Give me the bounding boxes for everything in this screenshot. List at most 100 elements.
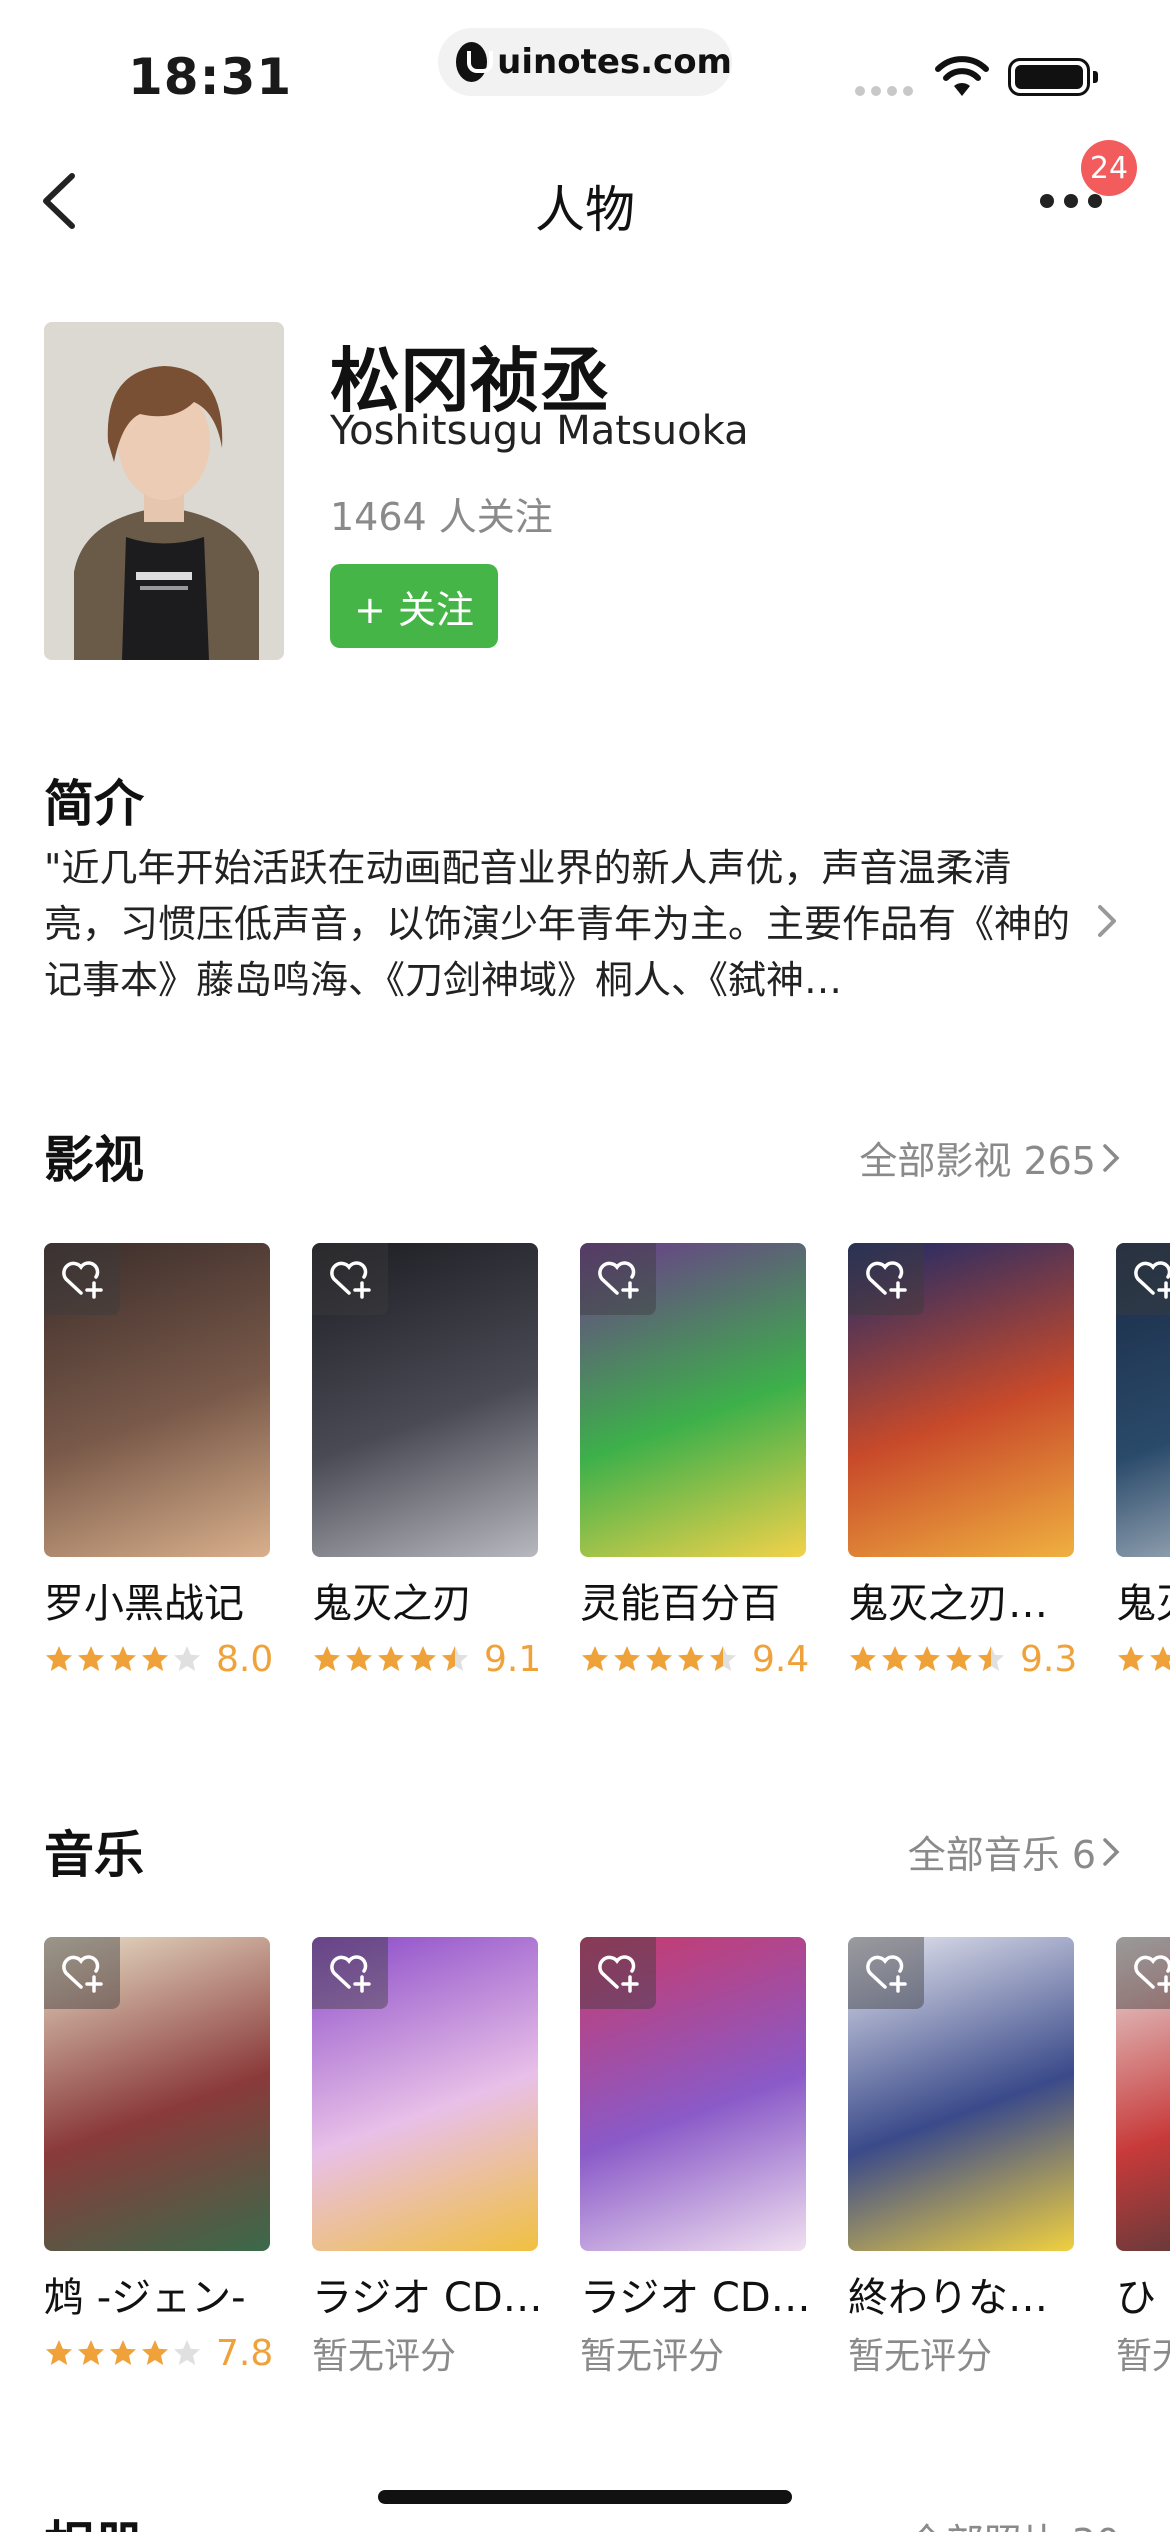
navigation-bar: 人物 <box>0 140 1170 260</box>
music-card[interactable]: ラジオ CD… 暂无评分 <box>312 1937 538 2377</box>
add-favorite-icon[interactable] <box>312 1243 388 1315</box>
person-name-english: Yoshitsugu Matsuoka <box>330 408 749 454</box>
rating: 暂无评分 <box>848 2331 1074 2377</box>
status-bar: 18:31 uinotes.com <box>0 0 1170 130</box>
star-filled-icon <box>110 2340 136 2365</box>
intro-text[interactable]: "近几年开始活跃在动画配音业界的新人声优，声音温柔清亮，习惯压低声音，以饰演少年… <box>44 840 1074 1008</box>
music-list: 鸩 -ジェン- 7.8 ラジオ CD… 暂无评分 ラジオ CD… 暂无评分 終わりな… 暂无评… <box>44 1937 1170 2377</box>
rating-score: 9.4 <box>752 1638 810 1680</box>
rating: 暂无评分 <box>580 2331 806 2377</box>
star-empty-icon <box>174 2340 200 2365</box>
music-title: 終わりな… <box>848 2275 1048 2321</box>
star-filled-icon <box>614 1646 640 1671</box>
films-section-title: 影视 <box>44 1131 144 1189</box>
star-filled-icon <box>1150 1646 1170 1671</box>
add-favorite-icon[interactable] <box>580 1243 656 1315</box>
no-rating-label: 暂无评分 <box>848 2336 993 2377</box>
no-rating-label: 暂无评分 <box>580 2336 725 2377</box>
star-half-icon <box>978 1646 1004 1671</box>
add-favorite-icon[interactable] <box>848 1937 924 2009</box>
url-pill[interactable]: uinotes.com <box>438 28 732 96</box>
rating-score: 7.8 <box>216 2332 274 2374</box>
album-cover[interactable] <box>848 1937 1074 2251</box>
add-favorite-icon[interactable] <box>1116 1243 1170 1315</box>
star-filled-icon <box>78 1646 104 1671</box>
album-cover[interactable] <box>312 1937 538 2251</box>
rating: 9.1 <box>312 1637 542 1681</box>
film-poster[interactable] <box>312 1243 538 1557</box>
star-rating <box>44 1644 202 1674</box>
all-films-link[interactable]: 全部影视 265 <box>859 1130 1120 1185</box>
music-card[interactable]: 終わりな… 暂无评分 <box>848 1937 1074 2377</box>
add-favorite-icon[interactable] <box>312 1937 388 2009</box>
music-title: 鸩 -ジェン- <box>44 2275 246 2321</box>
film-title: 鬼灭之刃… <box>848 1581 1048 1627</box>
album-cover[interactable] <box>44 1937 270 2251</box>
film-poster[interactable] <box>580 1243 806 1557</box>
music-title: ひ <box>1116 2275 1156 2321</box>
page-title: 人物 <box>535 181 635 239</box>
music-card[interactable]: 鸩 -ジェン- 7.8 <box>44 1937 274 2375</box>
star-filled-icon <box>678 1646 704 1671</box>
intro-expand-chevron-icon[interactable] <box>1096 903 1118 939</box>
all-photos-link[interactable]: 全部照片 30 <box>908 2512 1120 2532</box>
star-half-icon <box>442 1646 468 1671</box>
url-text: uinotes.com <box>497 42 732 82</box>
star-filled-icon <box>582 1646 608 1671</box>
star-filled-icon <box>142 2340 168 2365</box>
star-filled-icon <box>850 1646 876 1671</box>
person-photo[interactable] <box>44 322 284 660</box>
music-card[interactable]: ラジオ CD… 暂无评分 <box>580 1937 806 2377</box>
all-music-link-label: 全部音乐 6 <box>907 1833 1096 1877</box>
rating-score: 9.3 <box>1020 1638 1078 1680</box>
add-favorite-icon[interactable] <box>848 1243 924 1315</box>
album-cover[interactable] <box>580 1937 806 2251</box>
star-filled-icon <box>346 1646 372 1671</box>
star-filled-icon <box>882 1646 908 1671</box>
rating: 9.3 <box>848 1637 1078 1681</box>
chevron-right-icon <box>1103 1143 1120 1172</box>
film-card[interactable]: 灵能百分百 9.4 <box>580 1243 810 1681</box>
film-card[interactable]: 鬼灭 <box>1116 1243 1170 1681</box>
chevron-right-icon <box>1103 1837 1120 1866</box>
cellular-signal-icon <box>855 86 913 96</box>
music-title: ラジオ CD… <box>580 2275 806 2321</box>
film-poster[interactable] <box>848 1243 1074 1557</box>
all-music-link[interactable]: 全部音乐 6 <box>908 1824 1120 1879</box>
rating: 暂无评分 <box>312 2331 538 2377</box>
film-title: 罗小黑战记 <box>44 1581 244 1627</box>
wifi-icon <box>935 56 989 96</box>
film-poster[interactable] <box>44 1243 270 1557</box>
films-list: 罗小黑战记 8.0 鬼灭之刃 9.1 灵能百分百 9.4 鬼灭之刃… 9.3 鬼灭 <box>44 1243 1170 1683</box>
rating: 9.4 <box>580 1637 810 1681</box>
intro-section-title: 简介 <box>44 775 144 833</box>
music-card[interactable]: ひ暂无评分 <box>1116 1937 1170 2377</box>
film-card[interactable]: 罗小黑战记 8.0 <box>44 1243 274 1681</box>
album-cover[interactable] <box>1116 1937 1170 2251</box>
add-favorite-icon[interactable] <box>1116 1937 1170 2009</box>
film-card[interactable]: 鬼灭之刃 9.1 <box>312 1243 542 1681</box>
film-title: 鬼灭之刃 <box>312 1581 472 1627</box>
film-poster[interactable] <box>1116 1243 1170 1557</box>
add-favorite-icon[interactable] <box>44 1937 120 2009</box>
add-favorite-icon[interactable] <box>44 1243 120 1315</box>
status-time: 18:31 <box>128 48 293 106</box>
follow-button[interactable]: + 关注 <box>330 564 498 648</box>
rating-score: 8.0 <box>216 1638 274 1680</box>
film-card[interactable]: 鬼灭之刃… 9.3 <box>848 1243 1078 1681</box>
star-filled-icon <box>914 1646 940 1671</box>
film-title: 鬼灭 <box>1116 1581 1170 1627</box>
rating: 8.0 <box>44 1637 274 1681</box>
star-filled-icon <box>46 2340 72 2365</box>
add-favorite-icon[interactable] <box>580 1937 656 2009</box>
no-rating-label: 暂无评分 <box>312 2336 457 2377</box>
music-section-title: 音乐 <box>44 1826 144 1884</box>
film-title: 灵能百分百 <box>580 1581 780 1627</box>
home-indicator <box>378 2490 792 2504</box>
all-photos-link-label: 全部照片 30 <box>908 2512 1120 2532</box>
star-filled-icon <box>410 1646 436 1671</box>
music-title: ラジオ CD… <box>312 2275 538 2321</box>
rating-score: 9.1 <box>484 1638 542 1680</box>
star-rating <box>1116 1644 1170 1674</box>
no-rating-label: 暂无评分 <box>1116 2336 1170 2377</box>
